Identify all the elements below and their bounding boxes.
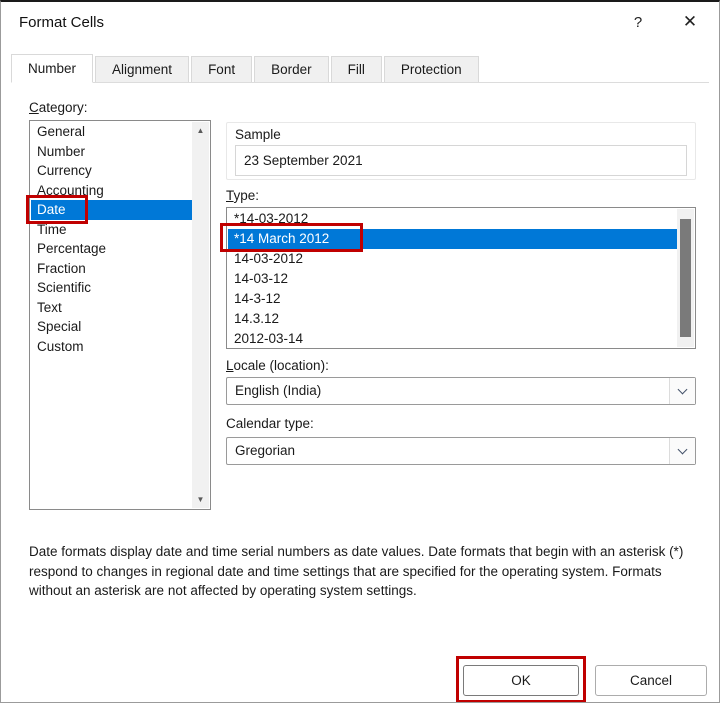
title-bar: Format Cells ? ✕ [1, 2, 719, 42]
list-item[interactable]: *14 March 2012 [228, 229, 677, 249]
format-cells-dialog: Format Cells ? ✕ Number Alignment Font B… [0, 0, 720, 703]
list-item[interactable]: Text [31, 298, 192, 318]
locale-dropdown-button[interactable] [669, 378, 695, 404]
type-label: Type: [226, 188, 259, 203]
tab-protection[interactable]: Protection [384, 56, 479, 82]
tab-font[interactable]: Font [191, 56, 252, 82]
list-item[interactable]: Accounting [31, 181, 192, 201]
locale-value: English (India) [227, 378, 669, 404]
list-item[interactable]: 14-3-12 [228, 289, 677, 309]
tab-border[interactable]: Border [254, 56, 329, 82]
locale-dropdown[interactable]: English (India) [226, 377, 696, 405]
list-item[interactable]: Custom [31, 337, 192, 357]
list-item[interactable]: 14-03-2012 [228, 249, 677, 269]
calendar-type-dropdown[interactable]: Gregorian [226, 437, 696, 465]
calendar-dropdown-button[interactable] [669, 438, 695, 464]
chevron-down-icon [678, 385, 688, 395]
list-item[interactable]: 14-03-12 [228, 269, 677, 289]
tab-alignment[interactable]: Alignment [95, 56, 189, 82]
category-listbox[interactable]: GeneralNumberCurrencyAccountingDateTimeP… [29, 120, 211, 510]
tab-number[interactable]: Number [11, 54, 93, 83]
list-item[interactable]: Number [31, 142, 192, 162]
list-item[interactable]: Percentage [31, 239, 192, 259]
list-item[interactable]: 14.3.12 [228, 309, 677, 329]
chevron-down-icon [678, 445, 688, 455]
dialog-title: Format Cells [19, 14, 104, 31]
scroll-down-icon[interactable]: ▼ [192, 491, 209, 508]
list-item[interactable]: Currency [31, 161, 192, 181]
scrollbar-thumb[interactable] [680, 219, 691, 337]
type-list-items: *14-03-2012*14 March 201214-03-201214-03… [228, 209, 677, 347]
sample-value: 23 September 2021 [235, 145, 687, 176]
description-text: Date formats display date and time seria… [29, 542, 695, 601]
list-item[interactable]: Date [31, 200, 192, 220]
type-scrollbar[interactable] [677, 209, 694, 347]
list-item[interactable]: Scientific [31, 278, 192, 298]
tab-fill[interactable]: Fill [331, 56, 382, 82]
list-item[interactable]: Fraction [31, 259, 192, 279]
category-label: Category: [29, 100, 88, 115]
scroll-up-icon[interactable]: ▲ [192, 122, 209, 139]
list-item[interactable]: Special [31, 317, 192, 337]
sample-group: Sample 23 September 2021 [226, 122, 696, 180]
list-item[interactable]: General [31, 122, 192, 142]
list-item[interactable]: *14-03-2012 [228, 209, 677, 229]
ok-button[interactable]: OK [463, 665, 579, 696]
close-icon[interactable]: ✕ [661, 2, 719, 42]
list-item[interactable]: 2012-03-14 [228, 329, 677, 347]
titlebar-buttons: ? ✕ [615, 2, 719, 42]
help-icon[interactable]: ? [615, 2, 661, 42]
calendar-type-value: Gregorian [227, 438, 669, 464]
sample-label: Sample [235, 126, 687, 143]
category-list-items: GeneralNumberCurrencyAccountingDateTimeP… [31, 122, 192, 508]
cancel-button[interactable]: Cancel [595, 665, 707, 696]
tab-strip: Number Alignment Font Border Fill Protec… [11, 55, 709, 83]
category-scrollbar[interactable]: ▲ ▼ [192, 122, 209, 508]
list-item[interactable]: Time [31, 220, 192, 240]
type-listbox[interactable]: *14-03-2012*14 March 201214-03-201214-03… [226, 207, 696, 349]
calendar-type-label: Calendar type: [226, 416, 314, 431]
locale-label: Locale (location): [226, 358, 329, 373]
